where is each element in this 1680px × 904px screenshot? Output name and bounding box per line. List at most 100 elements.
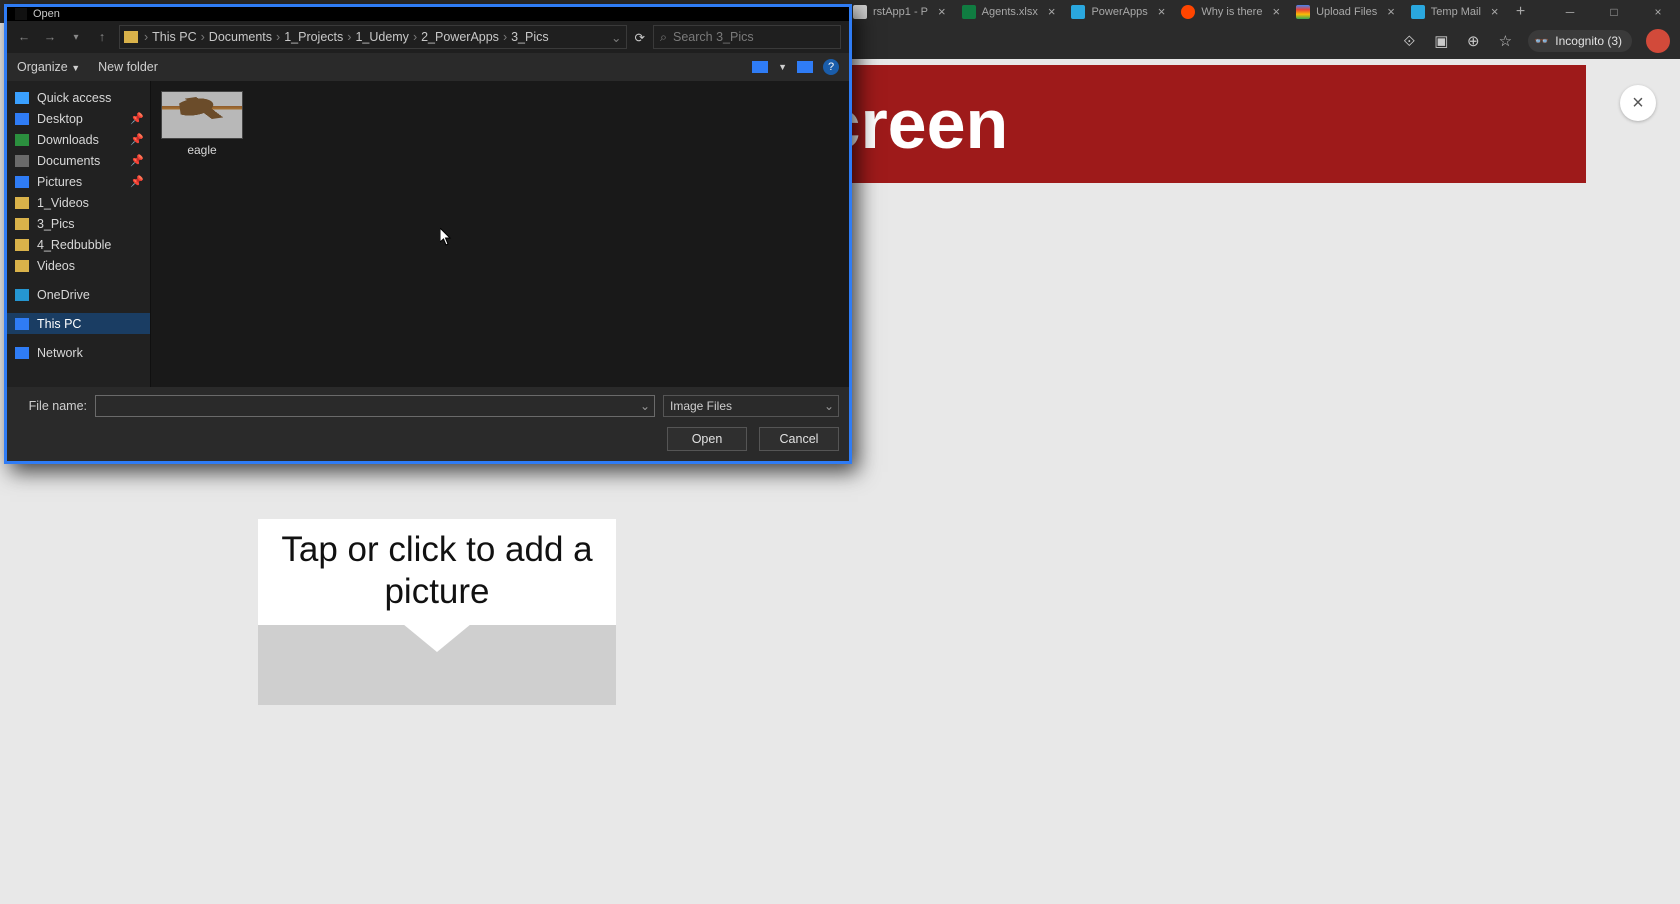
refresh-button[interactable]: ⟳	[635, 30, 645, 45]
browser-tabs: rstApp1 - P × Agents.xlsx × PowerApps × …	[845, 0, 1535, 23]
incognito-icon: 👓	[1534, 34, 1549, 48]
chevron-right-icon: ›	[201, 30, 205, 44]
minimize-button[interactable]: ─	[1548, 0, 1592, 23]
avatar[interactable]	[1646, 29, 1670, 53]
sidebar-item-downloads[interactable]: Downloads 📌	[7, 129, 150, 150]
translate-icon[interactable]: ⟐	[1400, 32, 1418, 50]
close-icon[interactable]: ×	[1387, 4, 1395, 19]
star-icon	[15, 92, 29, 104]
incognito-label: Incognito (3)	[1555, 34, 1622, 48]
network-icon	[15, 347, 29, 359]
nav-recent-button[interactable]: ▾	[67, 32, 85, 43]
chevron-down-icon: ▼	[71, 63, 80, 73]
pc-icon	[15, 318, 29, 330]
breadcrumb-dropdown[interactable]: ⌄	[611, 30, 621, 45]
zoom-icon[interactable]: ⊕	[1464, 32, 1482, 50]
sidebar-item-redbubble[interactable]: 4_Redbubble	[7, 234, 150, 255]
sidebar-item-onedrive[interactable]: OneDrive	[7, 284, 150, 305]
sidebar-item-3pics[interactable]: 3_Pics	[7, 213, 150, 234]
sidebar-label: Videos	[37, 259, 75, 273]
file-type-select[interactable]: Image Files ⌄	[663, 395, 839, 417]
tab-powerapps[interactable]: PowerApps ×	[1063, 0, 1173, 23]
star-icon[interactable]: ☆	[1496, 32, 1514, 50]
close-icon[interactable]: ×	[1158, 4, 1166, 19]
dialog-title: Open	[33, 8, 60, 20]
filename-input[interactable]: ⌄	[95, 395, 655, 417]
cancel-button[interactable]: Cancel	[759, 427, 839, 451]
sidebar-label: Desktop	[37, 112, 83, 126]
close-icon[interactable]: ×	[1272, 4, 1280, 19]
pin-icon: 📌	[130, 154, 144, 167]
chevron-right-icon: ›	[276, 30, 280, 44]
file-open-dialog: Open ← → ▾ ↑ › This PC › Documents › 1_P…	[4, 4, 852, 464]
tab-label: Temp Mail	[1431, 6, 1481, 18]
sidebar-item-thispc[interactable]: This PC	[7, 313, 150, 334]
add-picture-control[interactable]: Tap or click to add a picture	[258, 519, 616, 705]
chevron-right-icon: ›	[347, 30, 351, 44]
sidebar-item-1videos[interactable]: 1_Videos	[7, 192, 150, 213]
sidebar-label: OneDrive	[37, 288, 90, 302]
sidebar-item-pictures[interactable]: Pictures 📌	[7, 171, 150, 192]
tab-label: PowerApps	[1091, 6, 1147, 18]
chevron-down-icon: ⌄	[824, 399, 834, 413]
nav-forward-button[interactable]: →	[41, 30, 59, 44]
breadcrumb[interactable]: › This PC › Documents › 1_Projects › 1_U…	[119, 25, 627, 49]
sidebar-label: Network	[37, 346, 83, 360]
favicon	[1411, 5, 1425, 19]
sidebar-item-videos[interactable]: Videos	[7, 255, 150, 276]
preview-pane-icon[interactable]	[797, 61, 813, 73]
close-icon[interactable]: ×	[1491, 4, 1499, 19]
sidebar-label: Quick access	[37, 91, 111, 105]
filter-label: Image Files	[670, 399, 732, 413]
breadcrumb-item[interactable]: 2_PowerApps	[421, 30, 499, 44]
dialog-sidebar: Quick access Desktop 📌 Downloads 📌 Docum…	[7, 81, 151, 387]
chevron-right-icon: ›	[413, 30, 417, 44]
folder-icon	[124, 31, 138, 43]
maximize-button[interactable]: □	[1592, 0, 1636, 23]
organize-button[interactable]: Organize ▼	[17, 60, 80, 74]
close-icon[interactable]: ×	[938, 4, 946, 19]
open-button[interactable]: Open	[667, 427, 747, 451]
breadcrumb-item[interactable]: 1_Udemy	[355, 30, 409, 44]
tab-app1[interactable]: rstApp1 - P ×	[845, 0, 954, 23]
downloads-icon	[15, 134, 29, 146]
file-list-area[interactable]: eagle	[151, 81, 849, 387]
close-window-button[interactable]: ×	[1636, 0, 1680, 23]
file-item-eagle[interactable]: eagle	[161, 91, 243, 157]
breadcrumb-item[interactable]: 1_Projects	[284, 30, 343, 44]
sidebar-item-desktop[interactable]: Desktop 📌	[7, 108, 150, 129]
chevron-down-icon[interactable]: ▼	[778, 62, 787, 72]
new-folder-button[interactable]: New folder	[98, 60, 158, 74]
breadcrumb-item[interactable]: 3_Pics	[511, 30, 549, 44]
tab-label: Upload Files	[1316, 6, 1377, 18]
view-mode-icon[interactable]	[752, 61, 768, 73]
nav-up-button[interactable]: ↑	[93, 30, 111, 44]
sidebar-item-quick-access[interactable]: Quick access	[7, 87, 150, 108]
folder-icon	[15, 197, 29, 209]
tab-label: Agents.xlsx	[982, 6, 1038, 18]
favicon	[1071, 5, 1085, 19]
tab-reddit[interactable]: Why is there ×	[1173, 0, 1288, 23]
search-input[interactable]: ⌕ Search 3_Pics	[653, 25, 841, 49]
folder-icon	[15, 239, 29, 251]
sidebar-item-documents[interactable]: Documents 📌	[7, 150, 150, 171]
tab-upload[interactable]: Upload Files ×	[1288, 0, 1403, 23]
breadcrumb-item[interactable]: This PC	[152, 30, 196, 44]
help-icon[interactable]: ?	[823, 59, 839, 75]
tab-tempmail[interactable]: Temp Mail ×	[1403, 0, 1507, 23]
camera-icon[interactable]: ▣	[1432, 32, 1450, 50]
nav-back-button[interactable]: ←	[15, 30, 33, 44]
videos-icon	[15, 260, 29, 272]
tab-label: Why is there	[1201, 6, 1262, 18]
mouse-cursor-icon	[440, 228, 452, 246]
incognito-indicator[interactable]: 👓 Incognito (3)	[1528, 30, 1632, 52]
sidebar-item-network[interactable]: Network	[7, 342, 150, 363]
tab-agents[interactable]: Agents.xlsx ×	[954, 0, 1064, 23]
close-icon[interactable]: ×	[1048, 4, 1056, 19]
dialog-titlebar[interactable]: Open	[7, 7, 849, 21]
pictures-icon	[15, 176, 29, 188]
chevron-down-icon[interactable]: ⌄	[640, 399, 650, 413]
new-tab-button[interactable]: +	[1507, 0, 1535, 23]
close-preview-button[interactable]: ×	[1620, 85, 1656, 121]
breadcrumb-item[interactable]: Documents	[209, 30, 272, 44]
